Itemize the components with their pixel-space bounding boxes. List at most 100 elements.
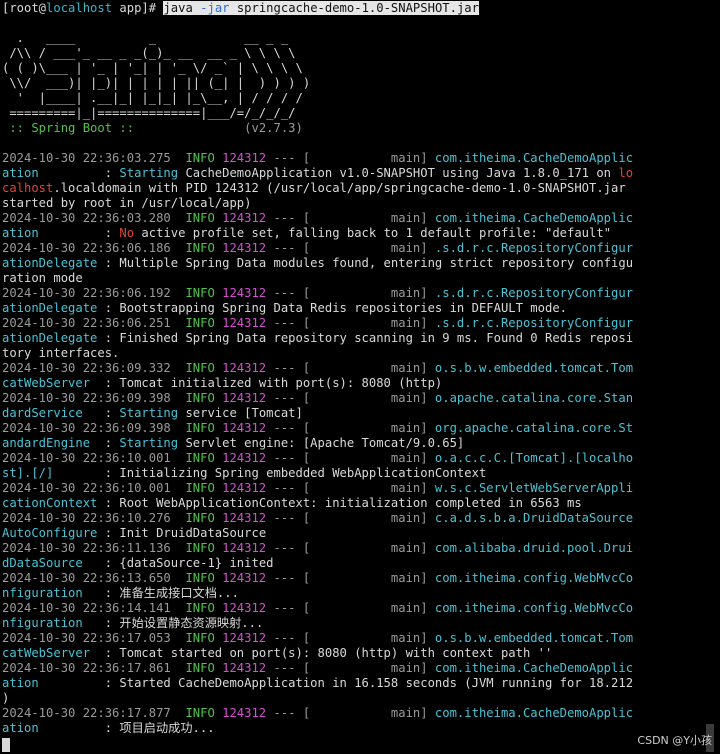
terminal-text-segment: o.apache.catalina.core.Stan [434,391,634,405]
terminal-text-segment: nfiguration [2,586,98,600]
terminal-text-segment: . ____ _ __ _ _ [2,31,289,45]
terminal-text-segment: No [119,226,135,240]
terminal-line: 2024-10-30 22:36:09.332 INFO 124312 --- … [2,361,633,376]
terminal-line: 2024-10-30 22:36:14.141 INFO 124312 --- … [2,601,633,616]
terminal-text-segment: 2024-10-30 22:36:06.251 [2,316,186,330]
terminal-text-segment: dardService [2,406,98,420]
terminal-line: ationDelegate : Finished Spring Data rep… [2,331,633,346]
terminal-text-segment: ) [2,691,10,705]
terminal-line: ationDelegate : Multiple Spring Data mod… [2,256,633,271]
terminal-text-segment: ration mode [2,271,83,285]
terminal-line: ration mode [2,271,83,286]
terminal-output[interactable]: [root@ lo calhost app]# java -jar springca… [0,0,720,754]
terminal-text-segment: 124312 [222,571,267,585]
terminal-text-segment: calhost [2,181,54,195]
terminal-text-segment: INFO [185,151,223,165]
terminal-text-segment: catWebServer [2,376,98,390]
terminal-text-segment: lo [618,166,634,180]
terminal-text-segment: --- [ main] [266,241,435,255]
terminal-text-segment: c.a.d.s.b.a.DruidDataSource [434,511,634,525]
terminal-text-segment: --- [ main] [266,361,435,375]
terminal-text-segment: service [Tomcat] [178,406,303,420]
terminal-line: nfiguration : 开始设置静态资源映射... [2,616,263,631]
terminal-line: 2024-10-30 22:36:09.398 INFO 124312 --- … [2,421,633,436]
terminal-text-segment: catWebServer [2,646,98,660]
terminal-line: dardService : Starting service [Tomcat] [2,406,303,421]
terminal-text-segment: com.itheima.CacheDemoApplic [434,706,634,720]
terminal-text-segment: ationDelegate [2,331,98,345]
terminal-line: 2024-10-30 22:36:17.877 INFO 124312 --- … [2,706,633,721]
terminal-text-segment: INFO [185,601,223,615]
terminal-text-segment: ( ( )\___ | '_ | '_| | '_ \/ _` | \ \ \ … [2,61,303,75]
terminal-text-segment: --- [ main] [266,631,435,645]
terminal-text-segment: --- [ main] [266,151,435,165]
terminal-text-segment: .s.d.r.c.RepositoryConfigur [434,241,634,255]
terminal-text-segment: [root@ [2,1,47,15]
terminal-text-segment: INFO [185,481,223,495]
terminal-line: 2024-10-30 22:36:09.398 INFO 124312 --- … [2,391,633,406]
terminal-text-segment: 124312 [222,316,267,330]
terminal-text-segment: nfiguration [2,616,98,630]
terminal-line: 2024-10-30 22:36:10.001 INFO 124312 --- … [2,451,633,466]
terminal-text-segment: ation [2,676,98,690]
terminal-text-segment: INFO [185,571,223,585]
terminal-text-segment: INFO [185,211,223,225]
terminal-line: tory interfaces. [2,346,119,361]
terminal-text-segment: : Finished Spring Data repository scanni… [97,331,634,345]
terminal-text-segment: ation [2,226,98,240]
terminal-text-segment: : Root WebApplicationContext: initializa… [97,496,582,510]
terminal-text-segment: ation [2,166,98,180]
terminal-text-segment: springcache-demo-1.0-SNAPSHOT.jar [229,1,479,15]
terminal-text-segment: com.alibaba.druid.pool.Drui [434,541,634,555]
terminal-text-segment: Starting [119,166,179,180]
terminal-text-segment: --- [ main] [266,451,435,465]
terminal-text-segment: com.itheima.CacheDemoApplic [434,211,634,225]
terminal-line: 2024-10-30 22:36:03.275 INFO 124312 --- … [2,151,633,166]
terminal-text-segment: app]# [112,1,164,15]
terminal-text-segment: --- [ main] [266,601,435,615]
terminal-text-segment: tory interfaces. [2,346,120,360]
terminal-text-segment: com.itheima.CacheDemoApplic [434,661,634,675]
terminal-text-segment: started by root in /usr/local/app) [2,196,252,210]
terminal-line: . ____ _ __ _ _ [2,31,289,46]
terminal-line: 2024-10-30 22:36:10.001 INFO 124312 --- … [2,481,633,496]
terminal-text-segment: ' |____| .__|_| |_|_| |_\__, | / / / / [2,91,303,105]
terminal-text-segment: andardEngine [2,436,98,450]
terminal-text-segment: cationContext [2,496,98,510]
terminal-line: dDataSource : {dataSource-1} inited [2,556,274,571]
terminal-text-segment: 2024-10-30 22:36:09.398 [2,391,186,405]
terminal-text-segment: java [163,1,201,15]
terminal-text-segment: --- [ main] [266,661,435,675]
terminal-text-segment: 2024-10-30 22:36:13.650 [2,571,186,585]
terminal-text-segment: --- [ main] [266,571,435,585]
terminal-line: ation : Starting CacheDemoApplication v1… [2,166,633,181]
terminal-line: [root@localhost app]# java -jar springca… [2,1,479,16]
terminal-text-segment: INFO [185,511,223,525]
terminal-text-segment: Starting [119,406,179,420]
terminal-text-segment: ation [2,721,98,735]
terminal-text-segment: st].[/] [2,466,98,480]
terminal-text-segment: 2024-10-30 22:36:09.332 [2,361,186,375]
terminal-text-segment: 124312 [222,211,267,225]
terminal-text-segment: w.s.c.ServletWebServerAppli [434,481,634,495]
terminal-text-segment: 2024-10-30 22:36:11.136 [2,541,186,555]
terminal-text-segment: 124312 [222,661,267,675]
terminal-line: cationContext : Root WebApplicationConte… [2,496,582,511]
terminal-text-segment: .s.d.r.c.RepositoryConfigur [434,286,634,300]
terminal-text-segment: 2024-10-30 22:36:09.398 [2,421,186,435]
terminal-text-segment: o.s.b.w.embedded.tomcat.Tom [434,631,634,645]
terminal-line: 2024-10-30 22:36:06.186 INFO 124312 --- … [2,241,633,256]
terminal-text-segment: INFO [185,706,223,720]
terminal-line: calhost.localdomain with PID 124312 (/us… [2,181,626,196]
terminal-text-segment: 2024-10-30 22:36:17.877 [2,706,186,720]
terminal-text-segment: 124312 [222,421,267,435]
terminal-text-segment: -jar [200,1,230,15]
terminal-text-segment: --- [ main] [266,316,435,330]
terminal-line: =========|_|==============|___/=/_/_/_/ [2,106,295,121]
terminal-text-segment: 2024-10-30 22:36:17.861 [2,661,186,675]
terminal-text-segment: 2024-10-30 22:36:14.141 [2,601,186,615]
terminal-text-segment: 124312 [222,361,267,375]
terminal-text-segment: : Initializing Spring embedded WebApplic… [97,466,487,480]
terminal-text-segment: : Tomcat initialized with port(s): 8080 … [97,376,443,390]
terminal-text-segment: o.a.c.c.C.[Tomcat].[localho [434,451,634,465]
